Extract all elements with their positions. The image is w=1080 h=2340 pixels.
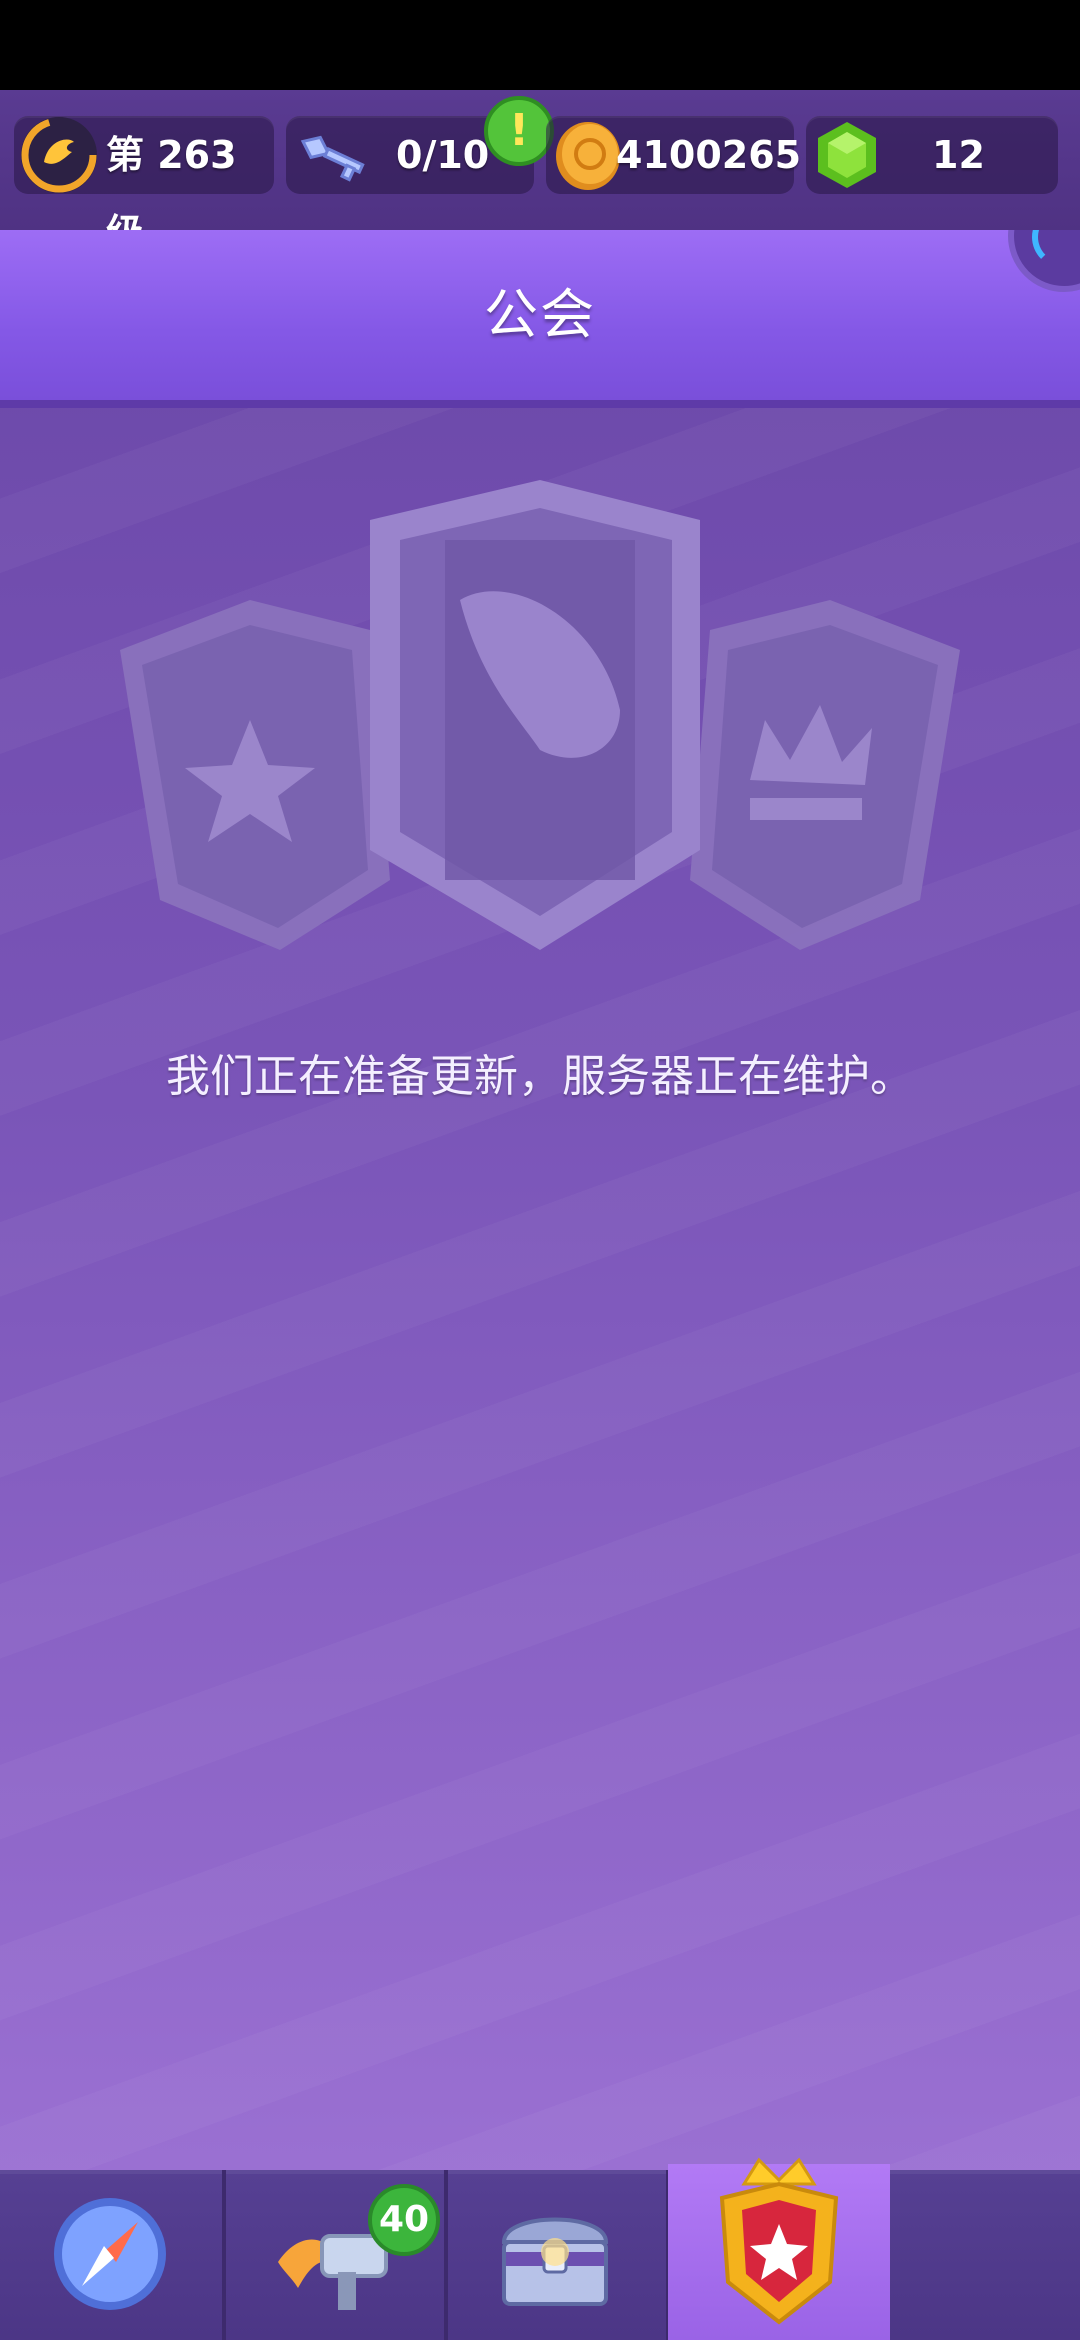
bottom-nav: 40	[0, 2157, 1080, 2340]
gems-label: 12	[932, 133, 985, 177]
level-label: 第 263 级	[106, 133, 237, 255]
tab-guild[interactable]	[668, 2157, 890, 2340]
page-title: 公会	[484, 283, 596, 346]
upgrades-count-badge: 40	[368, 2184, 440, 2256]
treasure-chest-icon	[501, 2217, 609, 2306]
wing-shield-icon	[370, 480, 700, 950]
key-icon	[300, 135, 365, 182]
star-shield-icon	[120, 600, 390, 950]
tab-chests[interactable]	[444, 2170, 670, 2340]
header-band: 公会	[0, 230, 1080, 400]
guild-shield-crown-icon	[719, 2157, 839, 2325]
tab-upgrades[interactable]: 40	[222, 2170, 448, 2340]
level-wing-icon	[21, 117, 97, 193]
coins-label: 4100265	[616, 133, 802, 177]
tab-explore[interactable]	[0, 2170, 226, 2340]
maintenance-message: 我们正在准备更新，服务器正在维护。	[166, 1051, 914, 1102]
resource-bar: 第 263 级 0/10 ! 4100265 12	[0, 90, 1080, 255]
level-pill[interactable]: 第 263 级	[14, 116, 274, 255]
guild-emblems-illustration	[120, 480, 960, 950]
keys-label: 0/10	[396, 133, 490, 177]
crown-shield-icon	[690, 600, 960, 950]
alert-icon[interactable]: !	[484, 96, 554, 166]
compass-icon	[54, 2198, 166, 2310]
gem-icon	[818, 122, 876, 188]
gems-pill[interactable]: 12	[806, 116, 1058, 194]
coin-icon	[556, 122, 620, 190]
guild-screen: 公会 我们正在准备更新，服务器正在维护。	[0, 230, 1080, 2170]
status-bar	[0, 0, 1080, 90]
coins-pill[interactable]: 4100265	[546, 116, 801, 194]
